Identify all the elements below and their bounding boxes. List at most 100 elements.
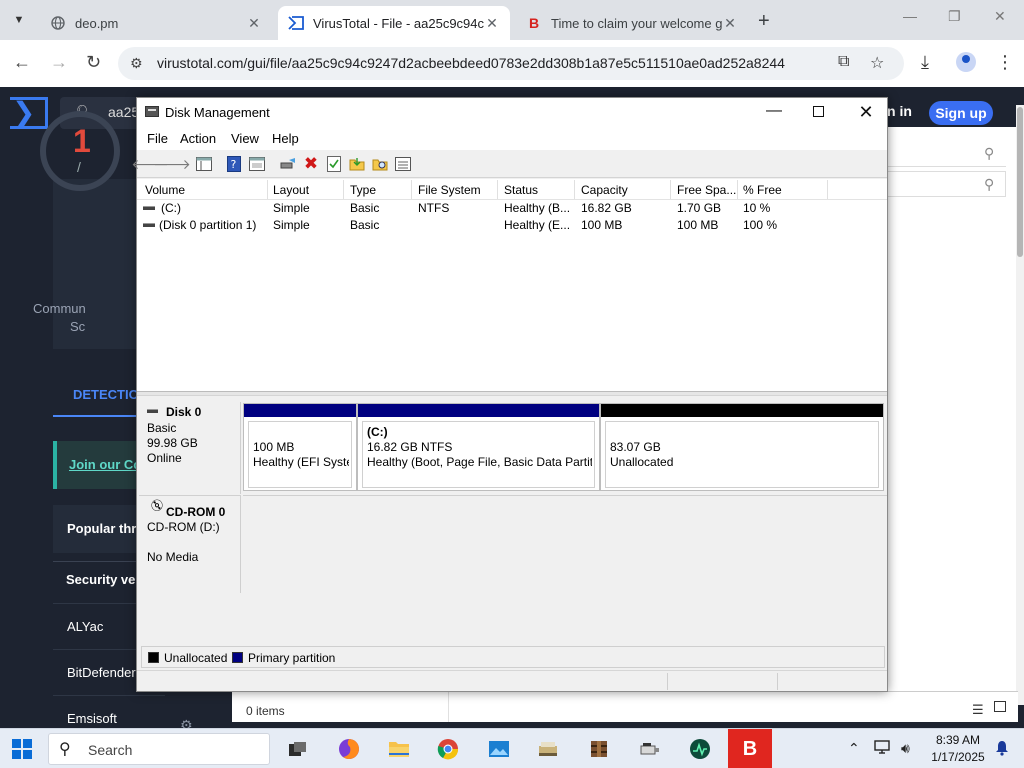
column-divider[interactable] <box>670 180 671 199</box>
menu-file[interactable]: File <box>147 131 168 146</box>
col-capacity[interactable]: Capacity <box>581 183 628 197</box>
cdrom-partition-area[interactable] <box>243 495 887 593</box>
check-properties-icon[interactable] <box>325 155 343 173</box>
right-search-1[interactable]: ⚲ <box>888 139 1006 167</box>
show-hide-console-tree-icon[interactable] <box>195 155 213 173</box>
menu-view[interactable]: View <box>231 131 259 146</box>
col-status[interactable]: Status <box>504 183 538 197</box>
settings-gear-icon[interactable]: ⚙ <box>180 717 193 728</box>
close-icon[interactable]: ✕ <box>851 102 881 123</box>
maximize-icon[interactable] <box>813 106 824 117</box>
disk0-label[interactable]: Disk 0 Basic 99.98 GB Online <box>139 402 241 494</box>
column-divider[interactable] <box>411 180 412 199</box>
menu-help[interactable]: Help <box>272 131 299 146</box>
close-window-icon[interactable]: ✕ <box>994 8 1006 25</box>
connect-disk-icon[interactable] <box>279 155 297 173</box>
partition-c[interactable]: (C:) 16.82 GB NTFS Healthy (Boot, Page F… <box>357 403 600 491</box>
minimize-icon[interactable]: — <box>903 8 917 24</box>
site-info-icon[interactable]: ⚙ <box>130 55 143 72</box>
scrollbar-thumb[interactable] <box>1017 107 1023 257</box>
details-view-icon[interactable]: ☰ <box>972 702 984 718</box>
tab-virustotal[interactable]: VirusTotal - File - aa25c9c94c92 ✕ <box>278 6 510 40</box>
col-layout[interactable]: Layout <box>273 183 309 197</box>
large-icons-view-icon[interactable] <box>994 701 1006 712</box>
page-scrollbar[interactable] <box>1016 105 1024 705</box>
virustotal-logo[interactable] <box>10 96 48 129</box>
help-icon[interactable]: ? <box>225 155 243 173</box>
partition-efi[interactable]: 100 MB Healthy (EFI System <box>243 403 357 491</box>
col-type[interactable]: Type <box>350 183 376 197</box>
close-tab-icon[interactable]: ✕ <box>484 15 500 32</box>
explore-folder-icon[interactable] <box>371 155 389 173</box>
column-divider[interactable] <box>343 180 344 199</box>
delete-icon[interactable]: ✖ <box>302 154 320 173</box>
column-divider[interactable] <box>737 180 738 199</box>
new-tab-button[interactable]: + <box>758 10 770 33</box>
task-view-icon[interactable] <box>284 735 312 763</box>
install-app-icon[interactable]: ⧉ <box>838 53 849 71</box>
right-search-2[interactable]: ⚲ <box>888 171 1006 197</box>
title-bar[interactable]: Disk Management — ✕ <box>137 98 887 126</box>
column-divider[interactable] <box>827 180 828 199</box>
process-hacker-icon[interactable] <box>686 735 714 763</box>
column-divider[interactable] <box>497 180 498 199</box>
cell-layout: Simple <box>273 201 310 215</box>
cell-type: Basic <box>350 201 380 215</box>
vt-search-query[interactable]: aa25 <box>108 104 139 120</box>
partition-body: 100 MB Healthy (EFI System <box>248 421 352 488</box>
system-clock[interactable]: 8:39 AM 1/17/2025 <box>926 732 990 766</box>
tab-search-button[interactable]: ▼ <box>6 7 32 33</box>
col-volume[interactable]: Volume <box>145 183 185 197</box>
bookmark-star-icon[interactable]: ☆ <box>870 53 884 73</box>
menu-action[interactable]: Action <box>180 131 216 146</box>
browser-toolbar: ← → ↻ ⚙ virustotal.com/gui/file/aa25c9c9… <box>0 40 1024 87</box>
minimize-icon[interactable]: — <box>759 102 789 120</box>
profile-avatar[interactable] <box>956 52 976 72</box>
url-text[interactable]: virustotal.com/gui/file/aa25c9c94c9247d2… <box>157 55 785 71</box>
open-folder-icon[interactable] <box>348 155 366 173</box>
chrome-icon[interactable] <box>434 735 462 763</box>
col-free-space[interactable]: Free Spa... <box>677 183 736 197</box>
bitdefender-app-icon[interactable]: B <box>728 729 772 768</box>
close-tab-icon[interactable]: ✕ <box>722 15 738 32</box>
start-button[interactable] <box>12 739 32 759</box>
properties-view-icon[interactable] <box>248 155 266 173</box>
partition-unallocated[interactable]: 83.07 GB Unallocated <box>600 403 884 491</box>
file-explorer-icon[interactable] <box>385 735 413 763</box>
restore-icon[interactable]: ❐ <box>948 8 961 25</box>
tab-bitdefender[interactable]: B Time to claim your welcome gi ✕ <box>516 6 748 40</box>
taskbar-search[interactable]: ⚲ Search <box>48 733 270 765</box>
reload-icon[interactable]: ↻ <box>86 52 101 73</box>
app-icon-scanner[interactable] <box>534 735 562 763</box>
back-icon[interactable]: ← <box>13 52 31 73</box>
cell-capacity: 16.82 GB <box>581 201 632 215</box>
notification-bell-icon[interactable] <box>995 740 1009 759</box>
firefox-icon[interactable] <box>335 735 363 763</box>
column-divider[interactable] <box>267 180 268 199</box>
col-percent-free[interactable]: % Free <box>743 183 782 197</box>
archive-app-icon[interactable] <box>585 735 613 763</box>
more-menu-icon[interactable]: ⋮ <box>996 52 1014 73</box>
download-icon[interactable]: ⤓ <box>921 52 929 73</box>
photos-icon[interactable] <box>485 735 513 763</box>
column-divider[interactable] <box>574 180 575 199</box>
join-community-link[interactable]: Join our Co <box>69 457 141 472</box>
cdrom0-label[interactable]: 💿︎ CD-ROM 0 CD-ROM (D:) No Media <box>139 495 241 593</box>
network-icon[interactable] <box>874 740 890 757</box>
sign-up-button[interactable]: Sign up <box>929 101 993 125</box>
tab-deo[interactable]: deo.pm ✕ <box>40 6 272 40</box>
pane-splitter[interactable] <box>137 391 887 396</box>
list-view-icon[interactable] <box>394 155 412 173</box>
show-hidden-icons[interactable]: ⌃ <box>848 740 860 757</box>
close-tab-icon[interactable]: ✕ <box>246 15 262 32</box>
forward-icon[interactable]: → <box>50 52 68 73</box>
cell-percent: 100 % <box>743 218 778 232</box>
sign-in-link[interactable]: n in <box>887 103 912 119</box>
volume-icon[interactable]: 🔊︎ <box>901 740 910 757</box>
address-bar[interactable]: ⚙ virustotal.com/gui/file/aa25c9c94c9247… <box>118 47 904 80</box>
forward-arrow-icon[interactable]: 🡒 <box>153 155 191 173</box>
partition-size: 83.07 GB <box>610 440 661 454</box>
usb-drive-icon[interactable] <box>636 735 664 763</box>
legend-primary: Primary partition <box>248 651 336 665</box>
col-file-system[interactable]: File System <box>418 183 481 197</box>
